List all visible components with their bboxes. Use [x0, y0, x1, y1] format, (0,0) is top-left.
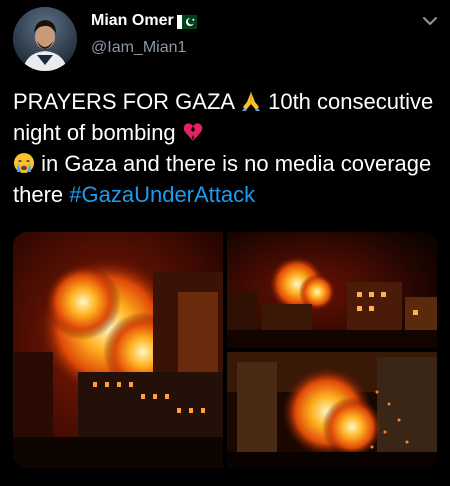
display-name[interactable]: Mian Omer — [91, 12, 197, 30]
crying-face-icon — [14, 153, 34, 173]
chevron-down-icon[interactable] — [422, 15, 438, 27]
tweet-text: PRAYERS FOR GAZA 10th consecutive night … — [13, 86, 441, 210]
media-grid[interactable] — [13, 232, 437, 468]
explosion-photo-bottom-right — [227, 352, 437, 468]
praying-hands-icon — [241, 92, 260, 111]
profile-photo — [13, 7, 77, 71]
avatar[interactable] — [13, 7, 77, 71]
explosion-photo-left — [13, 232, 223, 468]
explosion-photo-top-right — [227, 232, 437, 348]
user-handle[interactable]: @Iam_Mian1 — [91, 39, 186, 57]
hashtag-link[interactable]: #GazaUnderAttack — [69, 182, 255, 207]
broken-heart-icon — [183, 123, 203, 141]
tweet-text-part-1: PRAYERS FOR GAZA — [13, 89, 240, 114]
display-name-text: Mian Omer — [91, 12, 174, 29]
media-images — [13, 232, 437, 468]
pakistan-flag-icon — [176, 14, 197, 29]
